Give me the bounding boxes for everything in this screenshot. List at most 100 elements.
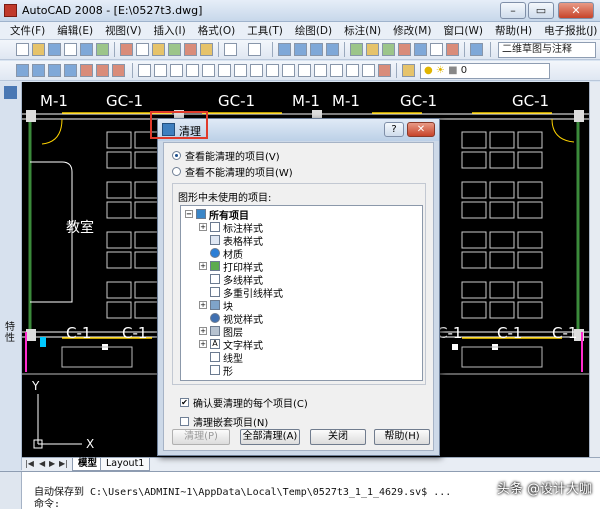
tree-node-material[interactable]: 材质 [199,247,243,261]
new-file-icon[interactable] [16,43,29,56]
tree-node-tablestyle[interactable]: 表格样式 [199,234,263,248]
help-button[interactable]: 帮助(H) [374,429,430,445]
chamfer-icon[interactable] [346,64,359,77]
design-center-icon[interactable] [366,43,379,56]
brush-icon[interactable] [184,43,197,56]
pan-icon[interactable] [278,43,291,56]
command-prompt[interactable]: 命令: [34,495,60,509]
expand-icon[interactable]: + [199,340,207,348]
offset-icon[interactable] [186,64,199,77]
tab-last-icon[interactable]: ▶| [59,459,68,468]
close-button[interactable]: ✕ [558,2,594,19]
zoom-realtime-icon[interactable] [294,43,307,56]
ucs-view-icon[interactable] [96,64,109,77]
tree-node-visualstyle[interactable]: 视觉样式 [199,312,263,326]
sheet-set-icon[interactable] [398,43,411,56]
tab-prev-icon[interactable]: ◀ [39,459,45,468]
tool-palettes-icon[interactable] [382,43,395,56]
mirror-icon[interactable] [170,64,183,77]
stretch-icon[interactable] [266,64,279,77]
ucs-object-icon[interactable] [80,64,93,77]
expand-icon[interactable]: + [199,223,207,231]
dialog-help-button[interactable]: ? [384,122,404,137]
purge-tree[interactable]: − 所有项目 + 标注样式 表格样式 材质 + 打印样式 多线样式 多重引线样式 +… [180,205,423,381]
move-icon[interactable] [218,64,231,77]
match-properties-icon[interactable] [168,43,181,56]
ucs-face-icon[interactable] [64,64,77,77]
layer-manager-icon[interactable] [402,64,415,77]
print-icon[interactable] [64,43,77,56]
tree-node-layer[interactable]: + 图层 [199,325,243,339]
expand-icon[interactable]: + [199,327,207,335]
collapse-icon[interactable]: − [185,210,193,218]
properties-icon[interactable] [350,43,363,56]
purge-all-button[interactable]: 全部清理(A) [240,429,300,445]
help-icon[interactable] [470,43,483,56]
scale-icon[interactable] [250,64,263,77]
ucs-previous-icon[interactable] [48,64,61,77]
ucs-world-icon[interactable] [32,64,45,77]
block-editor-icon[interactable] [200,43,213,56]
menu-format[interactable]: 格式(O) [198,23,235,38]
tab-layout1[interactable]: Layout1 [100,458,151,471]
tab-next-icon[interactable]: ▶ [49,459,55,468]
tree-node-mlinestyle[interactable]: 多线样式 [199,273,263,287]
radio-view-nonpurgeable[interactable]: 查看不能清理的项目(W) [172,165,293,179]
menu-view[interactable]: 视图(V) [105,23,141,38]
menu-tools[interactable]: 工具(T) [247,23,283,38]
trim-icon[interactable] [282,64,295,77]
paste-icon[interactable] [152,43,165,56]
zoom-previous-icon[interactable] [326,43,339,56]
tree-node-plotstyle[interactable]: + 打印样式 [199,260,263,274]
explode-icon[interactable] [378,64,391,77]
expand-icon[interactable]: + [199,301,207,309]
zoom-window-icon[interactable] [310,43,323,56]
menu-help[interactable]: 帮助(H) [495,23,532,38]
menu-modify[interactable]: 修改(M) [393,23,431,38]
menu-file[interactable]: 文件(F) [10,23,45,38]
expand-icon[interactable]: + [199,262,207,270]
tree-node-mleaderstyle[interactable]: 多重引线样式 [199,286,283,300]
close-dialog-button[interactable]: 关闭 [310,429,366,445]
break-icon[interactable] [314,64,327,77]
tree-node-all[interactable]: − 所有项目 [185,208,249,222]
calculator-icon[interactable] [446,43,459,56]
menu-window[interactable]: 窗口(W) [443,23,483,38]
pencil-icon[interactable] [138,64,151,77]
array-icon[interactable] [202,64,215,77]
menu-approval[interactable]: 电子报批(J) [544,23,597,38]
tab-first-icon[interactable]: |◀ [25,459,34,468]
redo-icon[interactable] [248,43,261,56]
menu-dimension[interactable]: 标注(N) [344,23,381,38]
save-icon[interactable] [48,43,61,56]
purge-button[interactable]: 清理(P) [172,429,230,445]
vertical-scrollbar[interactable] [589,82,600,457]
publish-icon[interactable] [96,43,109,56]
cut-icon[interactable] [120,43,133,56]
workspace-select[interactable]: 二维草图与注释 [498,42,596,58]
undo-icon[interactable] [224,43,237,56]
ucs-icon[interactable] [16,64,29,77]
radio-view-purgeable[interactable]: 查看能清理的项目(V) [172,149,280,163]
quickcalc-icon[interactable] [430,43,443,56]
maximize-button[interactable]: ▭ [528,2,554,19]
tree-node-textstyle[interactable]: + A 文字样式 [199,338,263,352]
dialog-close-button[interactable]: ✕ [407,122,435,137]
menu-edit[interactable]: 编辑(E) [57,23,93,38]
checkbox-confirm[interactable]: ✔ 确认要清理的每个项目(C) [180,396,308,410]
extend-icon[interactable] [298,64,311,77]
copy-object-icon[interactable] [154,64,167,77]
checkbox-nested[interactable]: 清理嵌套项目(N) [180,415,268,429]
tree-node-linetype[interactable]: 线型 [199,351,243,365]
menu-insert[interactable]: 插入(I) [153,23,185,38]
tree-node-shape[interactable]: 形 [199,364,233,378]
join-icon[interactable] [330,64,343,77]
rotate-icon[interactable] [234,64,247,77]
fillet-icon[interactable] [362,64,375,77]
minimize-button[interactable]: – [500,2,526,19]
plot-preview-icon[interactable] [80,43,93,56]
menu-draw[interactable]: 绘图(D) [295,23,332,38]
ucs-origin-icon[interactable] [112,64,125,77]
open-folder-icon[interactable] [32,43,45,56]
tree-node-dimstyle[interactable]: + 标注样式 [199,221,263,235]
